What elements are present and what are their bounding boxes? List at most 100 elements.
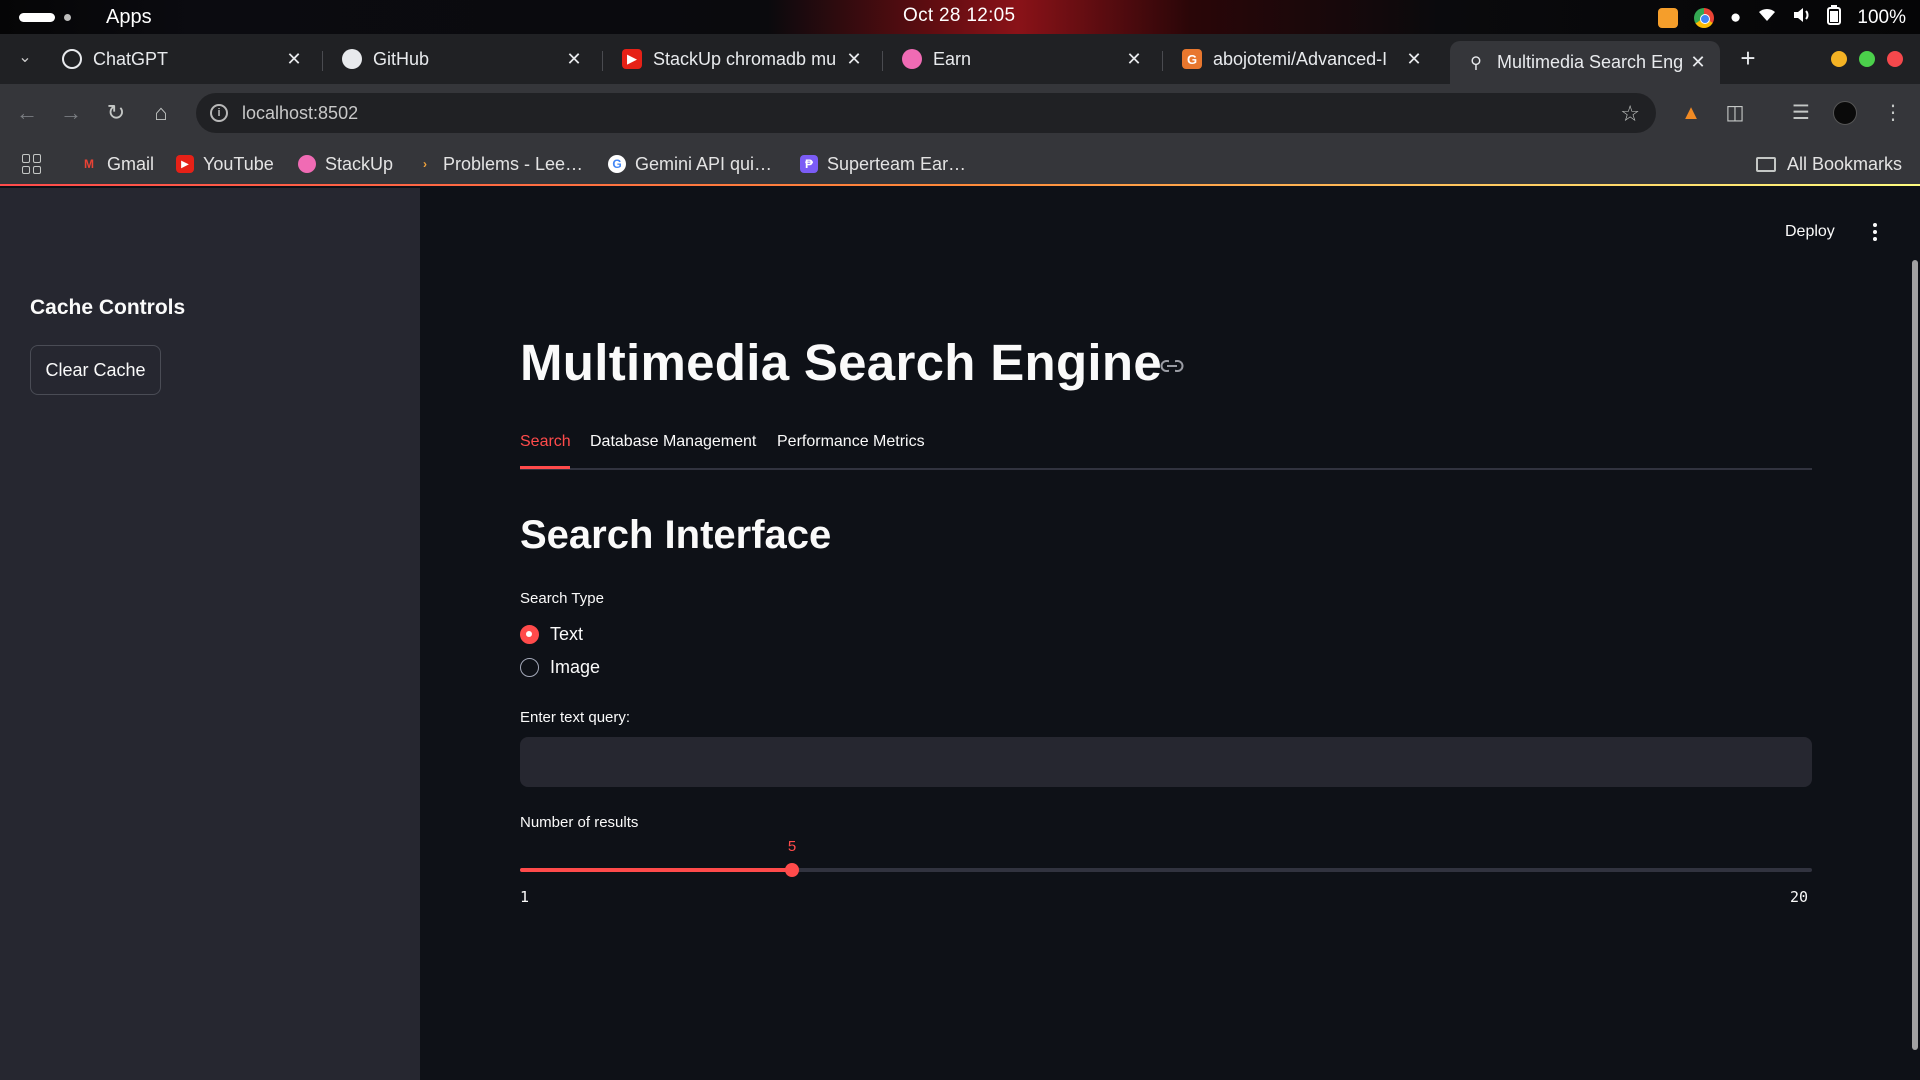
gitlab-icon: G xyxy=(1182,49,1202,69)
slider-max-label: 20 xyxy=(1790,888,1809,906)
bookmark-gemini[interactable]: G Gemini API qui… xyxy=(608,150,772,178)
close-tab-icon[interactable]: ✕ xyxy=(842,49,866,70)
slider-value: 5 xyxy=(787,838,797,855)
slider-min-label: 1 xyxy=(520,888,530,906)
page-title: Multimedia Search Engine xyxy=(520,334,1163,391)
bookmark-leetcode[interactable]: › Problems - Lee… xyxy=(416,150,583,178)
deploy-button[interactable]: Deploy xyxy=(1785,223,1835,241)
scrollbar[interactable] xyxy=(1912,260,1918,1050)
browser-toolbar: ← → ↻ ⌂ i localhost:8502 ☆ ▲ ◫ ☰ ⋮ xyxy=(0,84,1920,142)
tab-database-management[interactable]: Database Management xyxy=(590,433,756,451)
bookmark-star-icon[interactable]: ☆ xyxy=(1620,101,1640,127)
workspace-dot[interactable] xyxy=(64,14,71,21)
reload-icon[interactable]: ↻ xyxy=(101,98,131,128)
radio-button[interactable] xyxy=(520,658,539,677)
browser-tab-stackup[interactable]: ▶ StackUp chromadb mu ✕ xyxy=(606,41,876,77)
notification-icon[interactable]: ● xyxy=(1730,7,1741,29)
url-text[interactable]: localhost:8502 xyxy=(242,103,358,124)
browser-tab-repo[interactable]: G abojotemi/Advanced-I ✕ xyxy=(1166,41,1436,77)
back-icon[interactable]: ← xyxy=(12,98,42,128)
close-tab-icon[interactable]: ✕ xyxy=(562,49,586,70)
close-tab-icon[interactable]: ✕ xyxy=(1402,49,1426,70)
radio-label: Image xyxy=(550,657,601,677)
media-controls-icon[interactable]: ☰ xyxy=(1786,98,1816,128)
youtube-icon: ▶ xyxy=(176,155,194,173)
tab-title: StackUp chromadb mu xyxy=(653,48,837,69)
wifi-icon[interactable] xyxy=(1757,7,1777,29)
slider-thumb[interactable] xyxy=(785,863,799,877)
leetcode-icon: › xyxy=(423,157,427,171)
close-tab-icon[interactable]: ✕ xyxy=(1686,52,1710,73)
close-tab-icon[interactable]: ✕ xyxy=(282,49,306,70)
bookmark-label: YouTube xyxy=(203,153,274,174)
new-tab-button[interactable]: + xyxy=(1734,45,1762,73)
tab-performance-metrics[interactable]: Performance Metrics xyxy=(777,433,925,451)
battery-icon[interactable] xyxy=(1827,5,1842,31)
anchor-link-icon[interactable] xyxy=(1160,358,1184,374)
browser-tab-multimedia-search[interactable]: ⚲ Multimedia Search Eng ✕ xyxy=(1450,41,1720,84)
stackup-icon xyxy=(298,155,316,173)
bookmark-label: Gmail xyxy=(107,153,155,174)
close-window-button[interactable] xyxy=(1887,51,1903,67)
address-bar[interactable]: i localhost:8502 ☆ xyxy=(196,93,1656,133)
folder-icon xyxy=(1755,156,1776,172)
tab-search-dropdown-icon[interactable]: ⌄ xyxy=(15,48,35,68)
num-results-label: Number of results xyxy=(520,814,639,831)
metamask-extension-icon[interactable]: ▲ xyxy=(1676,98,1706,128)
forward-icon[interactable]: → xyxy=(56,98,86,128)
browser-tab-github[interactable]: GitHub ✕ xyxy=(326,41,596,77)
bookmark-label: Problems - Lee… xyxy=(443,153,584,174)
bookmark-label: Superteam Ear… xyxy=(827,153,967,174)
tab-title: GitHub xyxy=(373,48,430,69)
site-info-icon[interactable]: i xyxy=(210,104,228,122)
section-title: Search Interface xyxy=(520,513,832,557)
apps-grid-icon[interactable] xyxy=(22,154,42,174)
main-menu-icon[interactable] xyxy=(1870,220,1880,244)
tab-search[interactable]: Search xyxy=(520,433,571,451)
radio-option-text[interactable]: Text xyxy=(520,624,583,645)
bookmark-superteam[interactable]: ₱ Superteam Ear… xyxy=(800,150,966,178)
tray-app-icon[interactable] xyxy=(1657,8,1678,28)
clear-cache-button[interactable]: Clear Cache xyxy=(30,345,161,395)
extensions-icon[interactable]: ◫ xyxy=(1720,98,1750,128)
browser-menu-icon[interactable]: ⋮ xyxy=(1878,98,1908,128)
tab-separator xyxy=(322,51,323,71)
profile-avatar[interactable] xyxy=(1833,101,1857,125)
radio-option-image[interactable]: Image xyxy=(520,657,600,678)
browser-tab-earn[interactable]: Earn ✕ xyxy=(886,41,1156,77)
volume-icon[interactable] xyxy=(1793,7,1811,29)
close-tab-icon[interactable]: ✕ xyxy=(1122,49,1146,70)
bookmark-youtube[interactable]: ▶ YouTube xyxy=(176,150,274,178)
browser-tab-chatgpt[interactable]: ChatGPT ✕ xyxy=(46,41,316,77)
browser-tab-strip: ⌄ ChatGPT ✕ GitHub ✕ ▶ StackUp chromadb … xyxy=(0,34,1920,84)
active-tab-indicator xyxy=(520,466,570,469)
minimize-window-button[interactable] xyxy=(1831,51,1847,67)
all-bookmarks-button[interactable]: All Bookmarks xyxy=(1755,150,1902,178)
bookmark-stackup[interactable]: StackUp xyxy=(298,150,393,178)
text-query-input[interactable] xyxy=(520,737,1812,787)
tab-bar: Search Database Management Performance M… xyxy=(520,430,1812,470)
bookmark-label: Gemini API qui… xyxy=(635,153,773,174)
maximize-window-button[interactable] xyxy=(1859,51,1875,67)
sidebar: Cache Controls Clear Cache xyxy=(0,188,420,1080)
superteam-icon: ₱ xyxy=(800,155,818,173)
tab-separator xyxy=(1162,51,1163,71)
apps-menu[interactable]: Apps xyxy=(106,6,152,29)
tab-title: ChatGPT xyxy=(93,48,169,69)
gmail-icon: M xyxy=(84,157,94,171)
bookmarks-bar: M Gmail ▶ YouTube StackUp › Problems - L… xyxy=(0,142,1920,186)
slider-track[interactable] xyxy=(520,868,1812,872)
youtube-icon: ▶ xyxy=(622,49,642,69)
os-top-bar: Apps Oct 28 12:05 ● 100% xyxy=(0,0,1920,34)
query-label: Enter text query: xyxy=(520,709,631,726)
home-icon[interactable]: ⌂ xyxy=(146,98,176,128)
main-content: Deploy Multimedia Search Engine Search D… xyxy=(420,188,1920,1080)
clock[interactable]: Oct 28 12:05 xyxy=(903,5,1015,27)
chrome-icon[interactable] xyxy=(1693,8,1714,28)
github-icon xyxy=(342,49,362,69)
search-icon: ⚲ xyxy=(1470,54,1482,72)
workspace-indicator[interactable] xyxy=(19,13,55,22)
radio-button[interactable] xyxy=(520,625,539,644)
bookmark-gmail[interactable]: M Gmail xyxy=(80,150,154,178)
all-bookmarks-label: All Bookmarks xyxy=(1786,153,1902,174)
